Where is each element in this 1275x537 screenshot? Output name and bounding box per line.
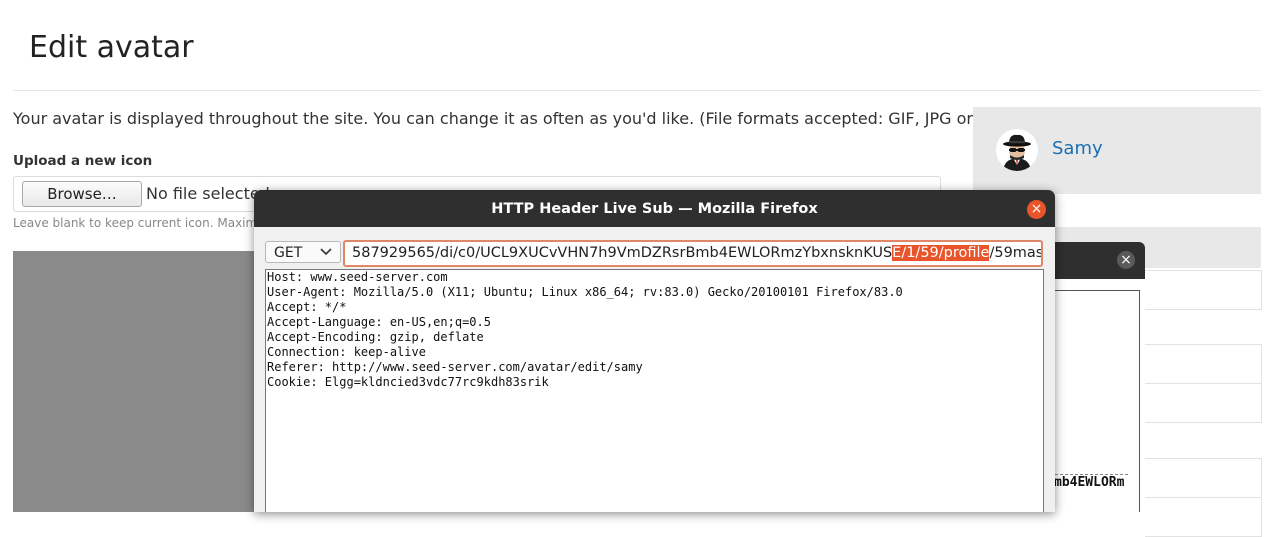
page-title: Edit avatar bbox=[29, 30, 194, 65]
request-headers-textarea[interactable]: Host: www.seed-server.com User-Agent: Mo… bbox=[265, 269, 1044, 512]
background-header-window[interactable]: × mb4EWLORm bbox=[1050, 242, 1145, 512]
http-header-live-window[interactable]: HTTP Header Live Sub — Mozilla Firefox ×… bbox=[254, 190, 1055, 512]
sidebar-item[interactable] bbox=[1145, 458, 1262, 498]
sidebar-item[interactable] bbox=[1145, 344, 1262, 384]
sidebar-item[interactable] bbox=[1145, 383, 1262, 423]
url-text[interactable]: 587929565/di/c0/UCL9XUCvVHN7h9VmDZRsrBmb… bbox=[352, 245, 1043, 261]
spy-avatar-icon[interactable] bbox=[996, 129, 1038, 171]
owner-name-link[interactable]: Samy bbox=[1052, 138, 1103, 159]
window-title: HTTP Header Live Sub — Mozilla Firefox bbox=[491, 201, 818, 217]
close-icon[interactable]: × bbox=[1027, 200, 1046, 219]
close-icon[interactable]: × bbox=[1117, 251, 1135, 269]
browse-button[interactable]: Browse… bbox=[22, 181, 142, 207]
avatar-cropper-area[interactable] bbox=[13, 251, 255, 512]
upload-icon-label: Upload a new icon bbox=[13, 153, 153, 169]
header-line: Referer: http://www.seed-server.com/avat… bbox=[267, 360, 643, 374]
header-line: Accept: */* bbox=[267, 300, 347, 314]
header-line: Connection: keep-alive bbox=[267, 345, 426, 359]
header-line: Accept-Encoding: gzip, deflate bbox=[267, 330, 484, 344]
header-line: Accept-Language: en-US,en;q=0.5 bbox=[267, 315, 491, 329]
url-text-before: 587929565/di/c0/UCL9XUCvVHN7h9VmDZRsrBmb… bbox=[352, 245, 893, 261]
header-line: Cookie: Elgg=kldncied3vdc77rc9kdh83srik bbox=[267, 375, 549, 389]
header-line: User-Agent: Mozilla/5.0 (X11; Ubuntu; Li… bbox=[267, 285, 903, 299]
upload-help-text: Leave blank to keep current icon. Maximu… bbox=[13, 216, 288, 230]
url-selected-text: E/1/59/profile bbox=[892, 245, 990, 261]
avatar-description: Your avatar is displayed throughout the … bbox=[13, 109, 1019, 128]
chevron-down-icon[interactable] bbox=[320, 241, 332, 270]
title-divider bbox=[13, 90, 1261, 91]
sidebar-item[interactable] bbox=[1145, 497, 1262, 537]
header-line: Host: www.seed-server.com bbox=[267, 270, 448, 284]
url-input[interactable]: 587929565/di/c0/UCL9XUCvVHN7h9VmDZRsrBmb… bbox=[343, 240, 1043, 267]
background-window-text: mb4EWLORm bbox=[1054, 475, 1125, 490]
sidebar-item[interactable] bbox=[1145, 270, 1262, 310]
url-text-after: /59master.jpg bbox=[989, 245, 1043, 261]
